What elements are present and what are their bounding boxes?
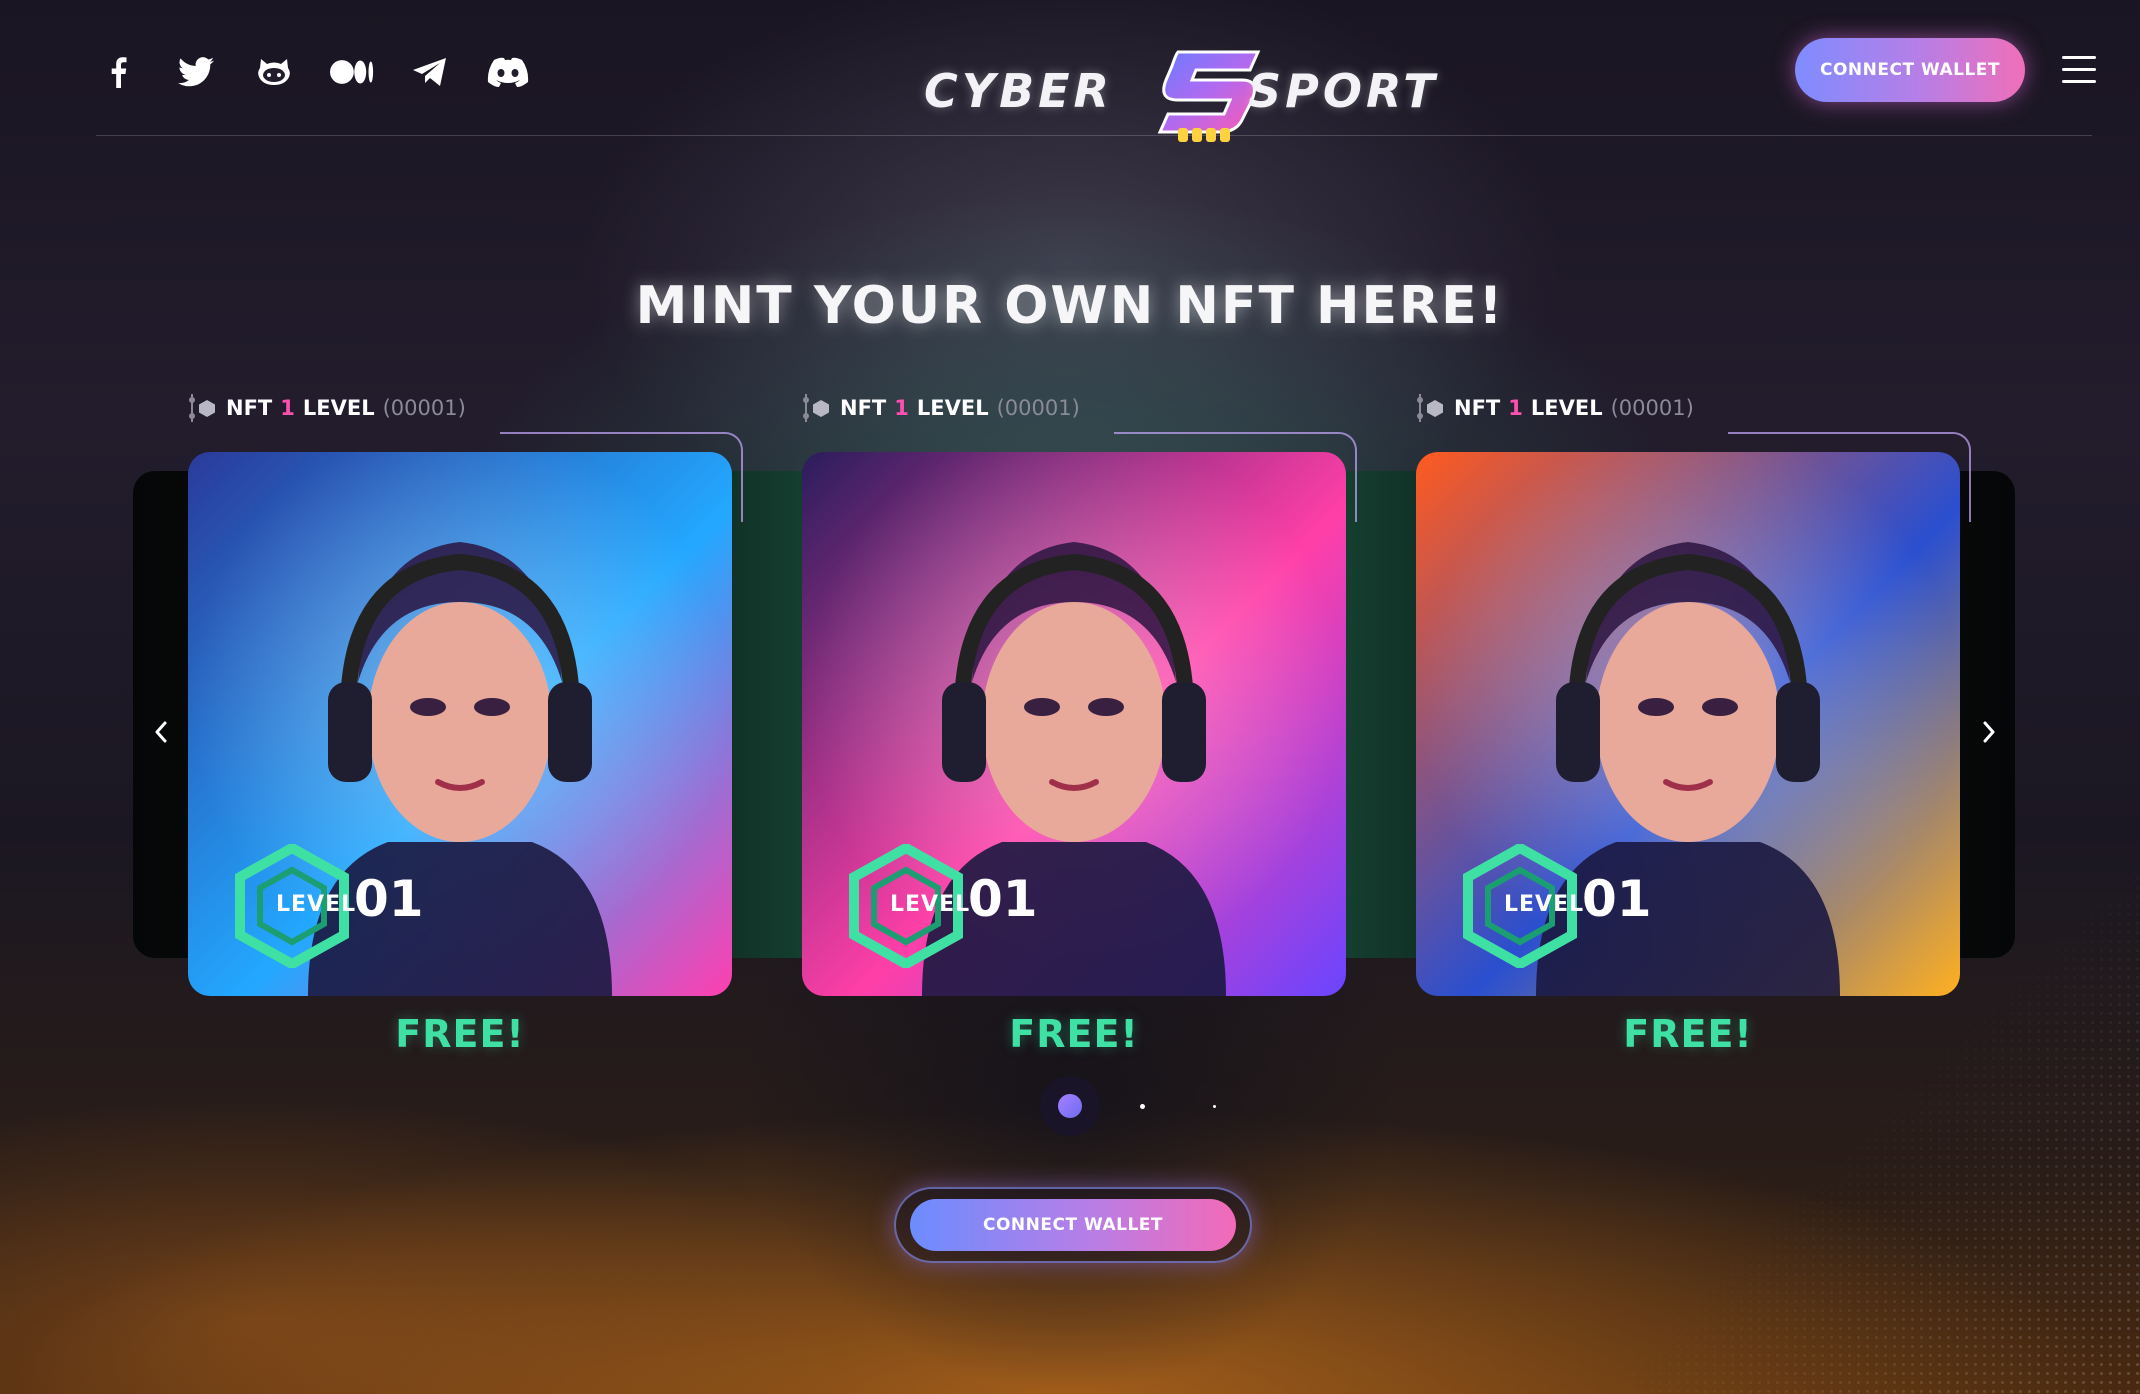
telegram-icon[interactable]	[408, 50, 452, 94]
site-header: CYBER SPORT CONNECT WALLET	[96, 0, 2096, 142]
nft-label-prefix: NFT	[226, 396, 273, 420]
level-word: LEVEL	[1504, 892, 1585, 917]
nft-label-code: (00001)	[996, 396, 1080, 420]
nft-label-code: (00001)	[382, 396, 466, 420]
nft-image[interactable]: LEVEL 01	[802, 452, 1346, 996]
facebook-icon[interactable]	[96, 50, 140, 94]
nft-label: NFT 1 LEVEL (00001)	[188, 390, 466, 426]
level-word: LEVEL	[890, 892, 971, 917]
logo-text-sport: SPORT	[1248, 64, 1439, 118]
level-number: 01	[1582, 870, 1652, 928]
nft-label: NFT 1 LEVEL (00001)	[802, 390, 1080, 426]
connect-wallet-button-frame: CONNECT WALLET	[894, 1187, 1252, 1263]
discord-icon[interactable]	[486, 50, 530, 94]
logo-text-cyber: CYBER	[924, 64, 1113, 118]
page-title: MINT YOUR OWN NFT HERE!	[635, 276, 1505, 336]
pagination-dot[interactable]	[1040, 1076, 1100, 1136]
pagination-dot-indicator	[1139, 1103, 1145, 1109]
nft-label-prefix: NFT	[1454, 396, 1501, 420]
nft-label-suffix: LEVEL	[302, 396, 375, 420]
nft-price: FREE!	[395, 1012, 525, 1056]
nft-label-suffix: LEVEL	[916, 396, 989, 420]
connect-wallet-button-header[interactable]: CONNECT WALLET	[1795, 38, 2025, 102]
pagination-dot-indicator	[1212, 1104, 1216, 1108]
connect-wallet-button-main[interactable]: CONNECT WALLET	[910, 1199, 1236, 1251]
nft-hex-icon	[189, 394, 215, 422]
nft-label-level: 1	[280, 396, 295, 420]
nft-label-level: 1	[1508, 396, 1523, 420]
nft-card[interactable]: NFT 1 LEVEL (00001) LEVEL 01 FREE!	[188, 390, 748, 1070]
nft-price: FREE!	[1623, 1012, 1753, 1056]
nft-image[interactable]: LEVEL 01	[188, 452, 732, 996]
level-word: LEVEL	[276, 892, 357, 917]
level-number: 01	[968, 870, 1038, 928]
nft-hex-icon	[803, 394, 829, 422]
social-links	[96, 50, 530, 94]
nft-image[interactable]: LEVEL 01	[1416, 452, 1960, 996]
medium-icon[interactable]	[330, 50, 374, 94]
carousel-pagination	[1040, 1076, 1240, 1136]
github-icon[interactable]	[252, 50, 296, 94]
pagination-dot[interactable]	[1184, 1076, 1244, 1136]
nft-price: FREE!	[1009, 1012, 1139, 1056]
pagination-dot-indicator	[1058, 1094, 1082, 1118]
nft-label-level: 1	[894, 396, 909, 420]
nft-label-suffix: LEVEL	[1530, 396, 1603, 420]
nft-label-prefix: NFT	[840, 396, 887, 420]
carousel-prev-arrow-icon[interactable]	[144, 715, 178, 749]
level-number: 01	[354, 870, 424, 928]
twitter-icon[interactable]	[174, 50, 218, 94]
nft-hex-icon	[1417, 394, 1443, 422]
cyber-sport-logo[interactable]: CYBER SPORT	[828, 46, 1468, 146]
nft-card[interactable]: NFT 1 LEVEL (00001) LEVEL 01 FREE!	[1416, 390, 1976, 1070]
carousel-next-arrow-icon[interactable]	[1972, 715, 2006, 749]
nft-label: NFT 1 LEVEL (00001)	[1416, 390, 1694, 426]
nft-card[interactable]: NFT 1 LEVEL (00001) LEVEL 01 FREE!	[802, 390, 1362, 1070]
pagination-dot[interactable]	[1112, 1076, 1172, 1136]
hamburger-menu-icon[interactable]	[2062, 56, 2096, 84]
nft-label-code: (00001)	[1610, 396, 1694, 420]
